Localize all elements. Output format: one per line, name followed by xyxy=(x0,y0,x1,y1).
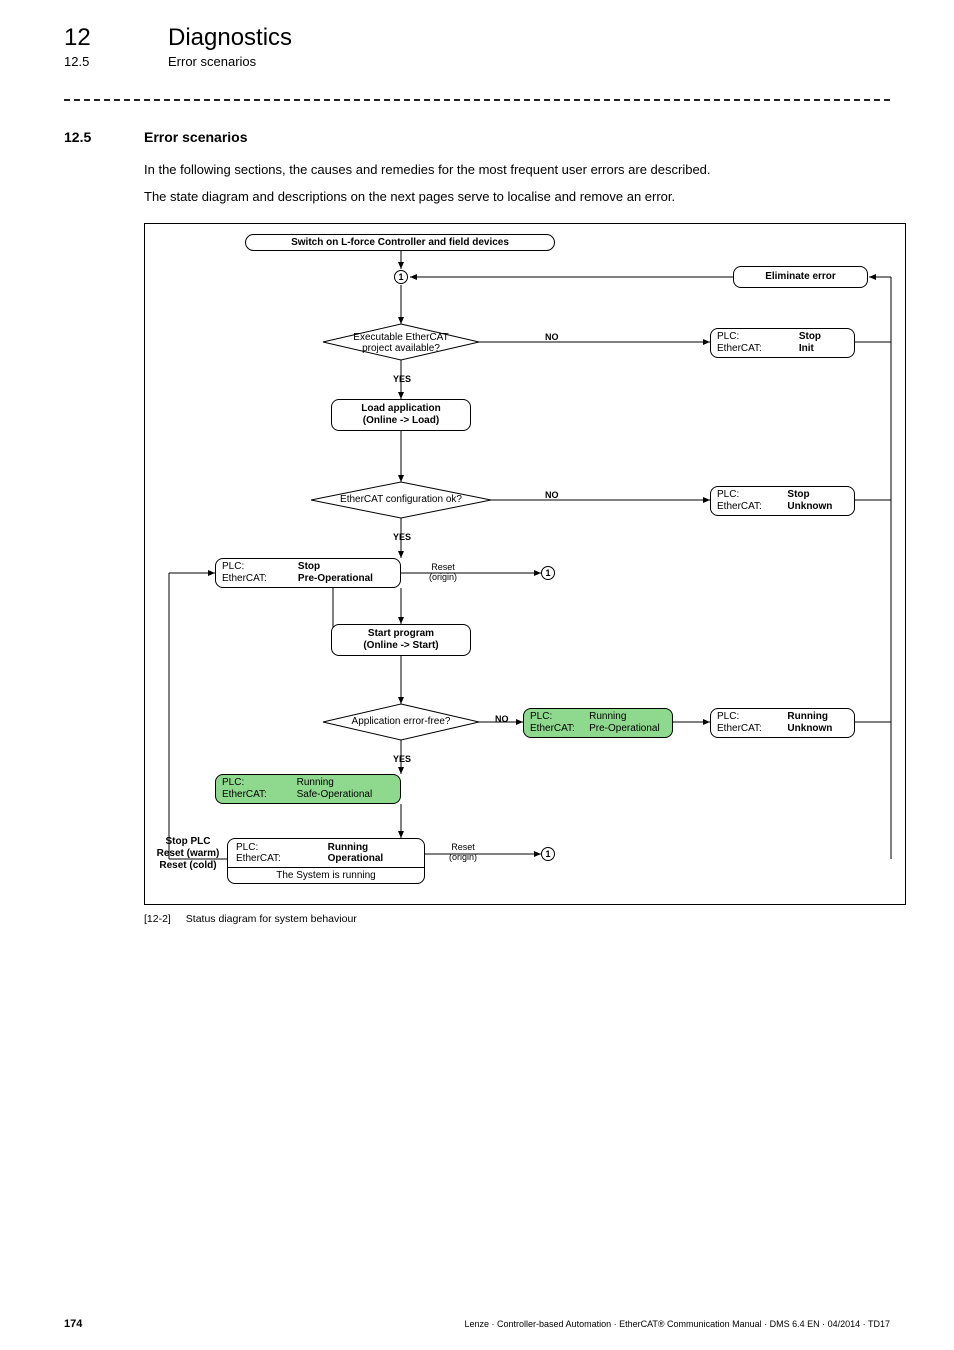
state-label: EtherCAT: xyxy=(717,723,777,735)
state-value: Pre-Operational xyxy=(298,573,394,585)
state-diagram: Switch on L-force Controller and field d… xyxy=(144,223,906,905)
connector-1c: 1 xyxy=(541,847,555,861)
figure-caption: [12-2] Status diagram for system behavio… xyxy=(144,913,890,925)
state-label: PLC: xyxy=(222,777,289,789)
state-value: Stop xyxy=(298,561,394,573)
state-value: Stop xyxy=(799,331,848,343)
paragraph-1: In the following sections, the causes an… xyxy=(144,159,890,182)
state-label: EtherCAT: xyxy=(236,853,314,864)
caption-id: [12-2] xyxy=(144,913,171,925)
state-value: Running xyxy=(787,711,848,723)
state-value: Running xyxy=(328,842,416,853)
state-value: Operational xyxy=(328,853,416,864)
decision-project-available: Executable EtherCAT project available? xyxy=(343,332,459,354)
label-system-running: The System is running xyxy=(228,867,424,883)
node-load-application: Load application (Online -> Load) xyxy=(331,399,471,431)
page-number: 174 xyxy=(64,1318,82,1330)
state-running-safeop: PLC: Running EtherCAT: Safe-Operational xyxy=(215,774,401,804)
caption-text: Status diagram for system behaviour xyxy=(186,913,357,925)
connector-1: 1 xyxy=(394,270,408,284)
node-start: Switch on L-force Controller and field d… xyxy=(245,234,555,251)
state-running-unknown: PLC: Running EtherCAT: Unknown xyxy=(710,708,855,738)
label-no-2: NO xyxy=(545,490,559,500)
node-start-program: Start program (Online -> Start) xyxy=(331,624,471,656)
decision-config-ok: EtherCAT configuration ok? xyxy=(329,494,473,505)
label-stop-reset: Stop PLC Reset (warm) Reset (cold) xyxy=(153,836,223,872)
state-label: EtherCAT: xyxy=(530,723,581,735)
state-running-operational: PLC: Running EtherCAT: Operational The S… xyxy=(227,838,425,884)
section-number: 12.5 xyxy=(64,129,120,145)
label-no-3: NO xyxy=(495,714,509,724)
state-label: PLC: xyxy=(717,489,777,501)
state-label: EtherCAT: xyxy=(222,789,289,801)
state-label: PLC: xyxy=(717,711,777,723)
state-stop-preop: PLC: Stop EtherCAT: Pre-Operational xyxy=(215,558,401,588)
connector-1b: 1 xyxy=(541,566,555,580)
state-value: Unknown xyxy=(787,723,848,735)
label-yes-3: YES xyxy=(393,754,411,764)
state-running-preop: PLC: Running EtherCAT: Pre-Operational xyxy=(523,708,673,738)
state-label: PLC: xyxy=(717,331,789,343)
state-label: PLC: xyxy=(530,711,581,723)
node-eliminate-error: Eliminate error xyxy=(733,266,868,288)
footer-line: Lenze · Controller-based Automation · Et… xyxy=(465,1319,891,1329)
chapter-number: 12 xyxy=(64,24,120,52)
paragraph-2: The state diagram and descriptions on th… xyxy=(144,186,890,209)
decision-app-error-free: Application error-free? xyxy=(343,716,459,727)
label-yes-2: YES xyxy=(393,532,411,542)
state-value: Stop xyxy=(787,489,848,501)
label-no-1: NO xyxy=(545,332,559,342)
label-yes-1: YES xyxy=(393,374,411,384)
state-stop-unknown: PLC: Stop EtherCAT: Unknown xyxy=(710,486,855,516)
state-label: EtherCAT: xyxy=(717,343,789,355)
state-label: EtherCAT: xyxy=(717,501,777,513)
state-stop-init: PLC: Stop EtherCAT: Init xyxy=(710,328,855,358)
section-title: Error scenarios xyxy=(144,129,248,145)
section-title-header: Error scenarios xyxy=(168,54,256,69)
state-value: Pre-Operational xyxy=(589,723,666,735)
state-value: Unknown xyxy=(787,501,848,513)
label-reset-origin-2: Reset (origin) xyxy=(449,842,477,862)
state-label: EtherCAT: xyxy=(222,573,288,585)
chapter-title: Diagnostics xyxy=(168,24,292,52)
state-label: PLC: xyxy=(236,842,314,853)
state-label: PLC: xyxy=(222,561,288,573)
label-reset-origin-1: Reset (origin) xyxy=(429,562,457,582)
state-value: Running xyxy=(297,777,394,789)
state-value: Running xyxy=(589,711,666,723)
state-value: Safe-Operational xyxy=(297,789,394,801)
separator xyxy=(64,99,890,101)
state-value: Init xyxy=(799,343,848,355)
section-number-header: 12.5 xyxy=(64,54,120,69)
